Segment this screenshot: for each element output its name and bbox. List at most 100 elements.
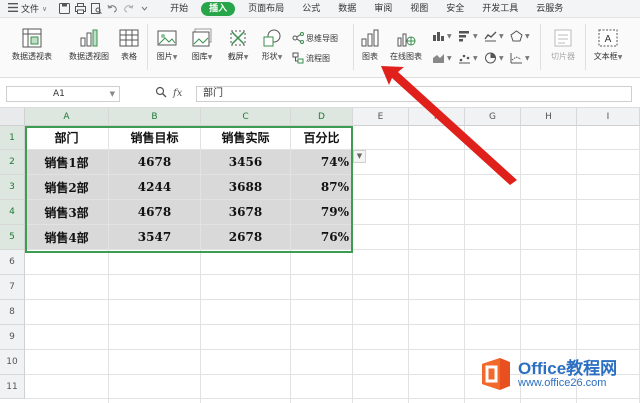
column-header-h[interactable]: H (521, 108, 577, 126)
flowchart-label: 流程图 (306, 53, 330, 63)
tab-home[interactable]: 开始 (161, 0, 197, 18)
undo-icon[interactable] (105, 2, 119, 16)
row-header-8[interactable]: 8 (0, 300, 25, 325)
stock-chart-button[interactable]: ▼ (432, 52, 452, 64)
ribbon-separator (540, 24, 541, 70)
pivot-chart-label: 数据透视图 (69, 52, 109, 61)
name-box-value: A1 (53, 89, 65, 99)
mindmap-button[interactable]: 思维导图 (292, 32, 338, 44)
table-cell[interactable]: 4678 (109, 200, 200, 224)
watermark-url: www.office26.com (518, 377, 607, 389)
table-cell[interactable]: 销售3部 (25, 200, 108, 224)
table-cell[interactable]: 3678 (201, 200, 290, 224)
tab-insert[interactable]: 插入 (201, 1, 236, 16)
scatter-chart-button[interactable]: ▼ (458, 52, 478, 64)
chevron-down-icon[interactable]: ▼ (110, 87, 115, 101)
screenshot-button[interactable]: 截屏▼ (222, 28, 254, 62)
radar-chart-button[interactable]: ▼ (510, 30, 530, 42)
more-icon[interactable] (137, 2, 151, 16)
row-header-6[interactable]: 6 (0, 250, 25, 275)
print-preview-icon[interactable] (89, 2, 103, 16)
zoom-icon[interactable] (155, 86, 167, 101)
column-header-g[interactable]: G (465, 108, 521, 126)
row-header-7[interactable]: 7 (0, 275, 25, 300)
row-header-3[interactable]: 3 (0, 175, 25, 200)
grid-row-line (25, 274, 640, 275)
tab-page-layout[interactable]: 页面布局 (239, 0, 293, 18)
table-cell[interactable]: 4244 (109, 175, 200, 199)
tab-security[interactable]: 安全 (437, 0, 473, 18)
column-header-d[interactable]: D (291, 108, 353, 126)
table-cell[interactable]: 2678 (201, 225, 290, 249)
table-cell[interactable]: 79% (291, 200, 352, 224)
tab-view[interactable]: 视图 (401, 0, 437, 18)
fx-button[interactable]: fx (173, 88, 182, 99)
pivot-chart-icon (80, 29, 98, 47)
pie-chart-button[interactable]: ▼ (484, 52, 504, 64)
save-icon[interactable] (57, 2, 71, 16)
chart-button[interactable]: 图表 (358, 28, 382, 62)
pivot-table-button[interactable]: 数据透视表 (6, 28, 58, 62)
row-header-1[interactable]: 1 (0, 126, 25, 150)
column-header-i[interactable]: I (577, 108, 640, 126)
shapes-button[interactable]: 形状▼ (256, 28, 288, 62)
row-header-9[interactable]: 9 (0, 325, 25, 350)
gallery-label: 图库 (191, 52, 208, 61)
redo-icon[interactable] (121, 2, 135, 16)
print-icon[interactable] (73, 2, 87, 16)
table-cell[interactable]: 74% (291, 150, 352, 174)
hamburger-icon (8, 2, 18, 15)
table-cell[interactable]: 3456 (201, 150, 290, 174)
textbox-button[interactable]: A 文本框▼ (588, 28, 628, 62)
row-header-5[interactable]: 5 (0, 225, 25, 250)
online-chart-button[interactable]: 在线图表 (386, 28, 426, 62)
table-cell[interactable]: 87% (291, 175, 352, 199)
table-button[interactable]: 表格 (117, 28, 141, 62)
line-chart-button[interactable]: ▼ (484, 30, 504, 42)
pivot-chart-button[interactable]: 数据透视图 (62, 28, 116, 62)
table-cell[interactable]: 4678 (109, 150, 200, 174)
slicer-icon (554, 29, 572, 47)
row-header-2[interactable]: 2 (0, 150, 25, 175)
column-header-a[interactable]: A (25, 108, 109, 126)
header-cell[interactable]: 销售实际 (201, 126, 290, 149)
slicer-button[interactable]: 切片器 (545, 28, 581, 62)
table-cell[interactable]: 销售2部 (25, 175, 108, 199)
column-header-b[interactable]: B (109, 108, 201, 126)
gallery-button[interactable]: 图库▼ (186, 28, 218, 62)
header-cell[interactable]: 销售目标 (109, 126, 200, 149)
chevron-down-icon: ▼ (447, 32, 452, 40)
other-chart-button[interactable]: ▼ (510, 52, 530, 64)
column-header-c[interactable]: C (201, 108, 291, 126)
header-cell[interactable]: 部门 (25, 126, 108, 149)
header-cell[interactable]: 百分比 (291, 126, 352, 149)
table-cell[interactable]: 销售1部 (25, 150, 108, 174)
column-header-f[interactable]: F (409, 108, 465, 126)
table-cell[interactable]: 76% (291, 225, 352, 249)
row-header-4[interactable]: 4 (0, 200, 25, 225)
bar-chart-button[interactable]: ▼ (458, 30, 478, 42)
column-header-e[interactable]: E (353, 108, 409, 126)
tab-data[interactable]: 数据 (329, 0, 365, 18)
paste-options-button[interactable]: ▼ (353, 150, 366, 163)
scissors-icon (230, 30, 246, 46)
name-box[interactable]: A1 ▼ (6, 86, 120, 102)
picture-button[interactable]: 图片▼ (152, 28, 182, 62)
formula-input[interactable]: 部门 (196, 86, 632, 102)
pivot-table-icon (22, 28, 42, 48)
table-cell[interactable]: 3547 (109, 225, 200, 249)
tab-formulas[interactable]: 公式 (293, 0, 329, 18)
table-cell[interactable]: 3688 (201, 175, 290, 199)
select-all-corner[interactable] (0, 108, 25, 126)
column-chart-button[interactable]: ▼ (432, 30, 452, 42)
tab-cloud[interactable]: 云服务 (527, 0, 572, 18)
row-header-11[interactable]: 11 (0, 375, 25, 399)
file-menu[interactable]: 文件 ∨ (0, 0, 53, 18)
office-logo-icon (482, 358, 510, 390)
tab-review[interactable]: 审阅 (365, 0, 401, 18)
table-cell[interactable]: 销售4部 (25, 225, 108, 249)
textbox-label: 文本框 (593, 52, 618, 61)
flowchart-button[interactable]: 流程图 (292, 52, 330, 64)
tab-developer[interactable]: 开发工具 (473, 0, 527, 18)
row-header-10[interactable]: 10 (0, 350, 25, 375)
